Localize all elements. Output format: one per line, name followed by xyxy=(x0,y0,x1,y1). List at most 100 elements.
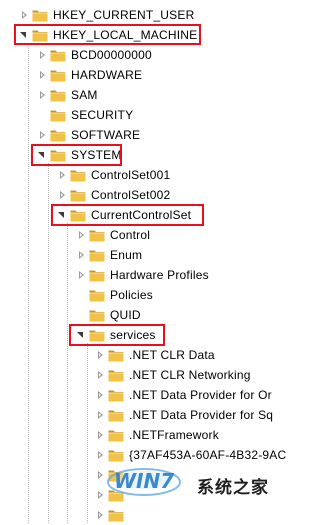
tree-guide-line xyxy=(48,163,49,523)
tree-item-obscured[interactable] xyxy=(94,485,129,505)
folder-icon xyxy=(108,408,124,422)
tree-item-label: SECURITY xyxy=(71,108,134,122)
expand-arrow-icon[interactable] xyxy=(94,505,106,525)
folder-icon xyxy=(50,108,66,122)
folder-icon xyxy=(70,168,86,182)
folder-icon xyxy=(108,448,124,462)
tree-item-net-clr-networking[interactable]: .NET CLR Networking xyxy=(94,365,251,385)
tree-item-label: Policies xyxy=(110,288,153,302)
registry-tree: HKEY_CURRENT_USER HKEY_LOCAL_MACHINE BCD… xyxy=(0,0,295,525)
expand-arrow-icon[interactable] xyxy=(18,5,30,25)
folder-icon xyxy=(50,68,66,82)
expand-arrow-icon[interactable] xyxy=(94,405,106,425)
expand-arrow-icon[interactable] xyxy=(36,85,48,105)
expand-arrow-icon[interactable] xyxy=(36,45,48,65)
folder-icon xyxy=(108,468,124,482)
tree-item-net-data-provider-sql[interactable]: .NET Data Provider for Sq xyxy=(94,405,273,425)
folder-icon xyxy=(50,48,66,62)
tree-item-hkey-local-machine[interactable]: HKEY_LOCAL_MACHINE xyxy=(18,25,197,45)
collapse-arrow-icon[interactable] xyxy=(75,325,87,345)
folder-icon xyxy=(70,188,86,202)
folder-icon xyxy=(50,148,66,162)
tree-item-label: {37AF453A-60AF-4B32-9AC xyxy=(129,448,287,462)
expand-arrow-icon[interactable] xyxy=(75,245,87,265)
tree-item-hkey-current-user[interactable]: HKEY_CURRENT_USER xyxy=(18,5,194,25)
tree-item-label: HKEY_LOCAL_MACHINE xyxy=(53,28,198,42)
tree-item-policies[interactable]: Policies xyxy=(75,285,153,305)
expand-arrow-icon[interactable] xyxy=(36,125,48,145)
tree-item-label: .NET CLR Networking xyxy=(129,368,251,382)
expand-arrow-icon[interactable] xyxy=(94,385,106,405)
tree-item-security[interactable]: SECURITY xyxy=(36,105,133,125)
expand-arrow-icon[interactable] xyxy=(56,165,68,185)
tree-item-net-clr-data[interactable]: .NET CLR Data xyxy=(94,345,215,365)
folder-icon xyxy=(50,88,66,102)
tree-guide-line xyxy=(67,223,68,523)
folder-icon xyxy=(89,268,105,282)
tree-item-label: BCD00000000 xyxy=(71,48,152,62)
folder-icon xyxy=(50,128,66,142)
watermark-text: 系统之家 xyxy=(197,472,269,498)
tree-item-hardware-profiles[interactable]: Hardware Profiles xyxy=(75,265,209,285)
tree-item-sam[interactable]: SAM xyxy=(36,85,98,105)
tree-item-system[interactable]: SYSTEM xyxy=(36,145,122,165)
tree-item-label: Hardware Profiles xyxy=(110,268,209,282)
folder-icon xyxy=(89,228,105,242)
folder-icon xyxy=(108,348,124,362)
tree-item-label: services xyxy=(110,328,156,342)
expand-arrow-icon[interactable] xyxy=(94,445,106,465)
watermark-label: 系统之家 xyxy=(197,477,269,498)
tree-item-label: ControlSet001 xyxy=(91,168,171,182)
tree-item-controlset002[interactable]: ControlSet002 xyxy=(56,185,170,205)
tree-item-label: Control xyxy=(110,228,151,242)
tree-item-obscured[interactable] xyxy=(94,465,129,485)
tree-guide-line xyxy=(28,43,29,523)
expand-arrow-icon[interactable] xyxy=(94,345,106,365)
expand-arrow-icon[interactable] xyxy=(75,225,87,245)
collapse-arrow-icon[interactable] xyxy=(56,205,68,225)
expand-arrow-icon[interactable] xyxy=(94,425,106,445)
collapse-arrow-icon[interactable] xyxy=(36,145,48,165)
tree-item-label: Enum xyxy=(110,248,143,262)
expand-arrow-icon[interactable] xyxy=(94,485,106,505)
tree-item-currentcontrolset[interactable]: CurrentControlSet xyxy=(56,205,191,225)
tree-item-obscured[interactable] xyxy=(94,505,129,525)
tree-item-quid[interactable]: QUID xyxy=(75,305,141,325)
folder-icon xyxy=(89,328,105,342)
expand-arrow-icon[interactable] xyxy=(94,365,106,385)
folder-icon xyxy=(108,388,124,402)
tree-item-label: SYSTEM xyxy=(71,148,122,162)
tree-item-controlset001[interactable]: ControlSet001 xyxy=(56,165,170,185)
tree-item-label: HKEY_CURRENT_USER xyxy=(53,8,195,22)
folder-icon xyxy=(108,508,124,522)
tree-item-label: .NET Data Provider for Or xyxy=(129,388,272,402)
tree-item-hardware[interactable]: HARDWARE xyxy=(36,65,142,85)
tree-item-control[interactable]: Control xyxy=(75,225,150,245)
tree-item-enum[interactable]: Enum xyxy=(75,245,142,265)
folder-icon xyxy=(89,248,105,262)
folder-icon xyxy=(70,208,86,222)
tree-item-software[interactable]: SOFTWARE xyxy=(36,125,140,145)
folder-icon xyxy=(32,28,48,42)
tree-item-netframework[interactable]: .NETFramework xyxy=(94,425,219,445)
folder-icon xyxy=(89,308,105,322)
folder-icon xyxy=(108,368,124,382)
tree-item-label: QUID xyxy=(110,308,141,322)
tree-item-label: HARDWARE xyxy=(71,68,143,82)
tree-item-label: SOFTWARE xyxy=(71,128,141,142)
collapse-arrow-icon[interactable] xyxy=(18,25,30,45)
expand-arrow-icon[interactable] xyxy=(94,465,106,485)
folder-icon xyxy=(32,8,48,22)
expand-arrow-icon[interactable] xyxy=(56,185,68,205)
tree-item-label: CurrentControlSet xyxy=(91,208,192,222)
expand-arrow-icon[interactable] xyxy=(75,265,87,285)
tree-item-guid-key[interactable]: {37AF453A-60AF-4B32-9AC xyxy=(94,445,286,465)
tree-item-label: .NET Data Provider for Sq xyxy=(129,408,274,422)
tree-item-services[interactable]: services xyxy=(75,325,156,345)
folder-icon xyxy=(108,428,124,442)
tree-item-bcd00000000[interactable]: BCD00000000 xyxy=(36,45,152,65)
tree-item-label: ControlSet002 xyxy=(91,188,171,202)
expand-arrow-icon[interactable] xyxy=(36,65,48,85)
tree-item-net-data-provider-oracle[interactable]: .NET Data Provider for Or xyxy=(94,385,272,405)
